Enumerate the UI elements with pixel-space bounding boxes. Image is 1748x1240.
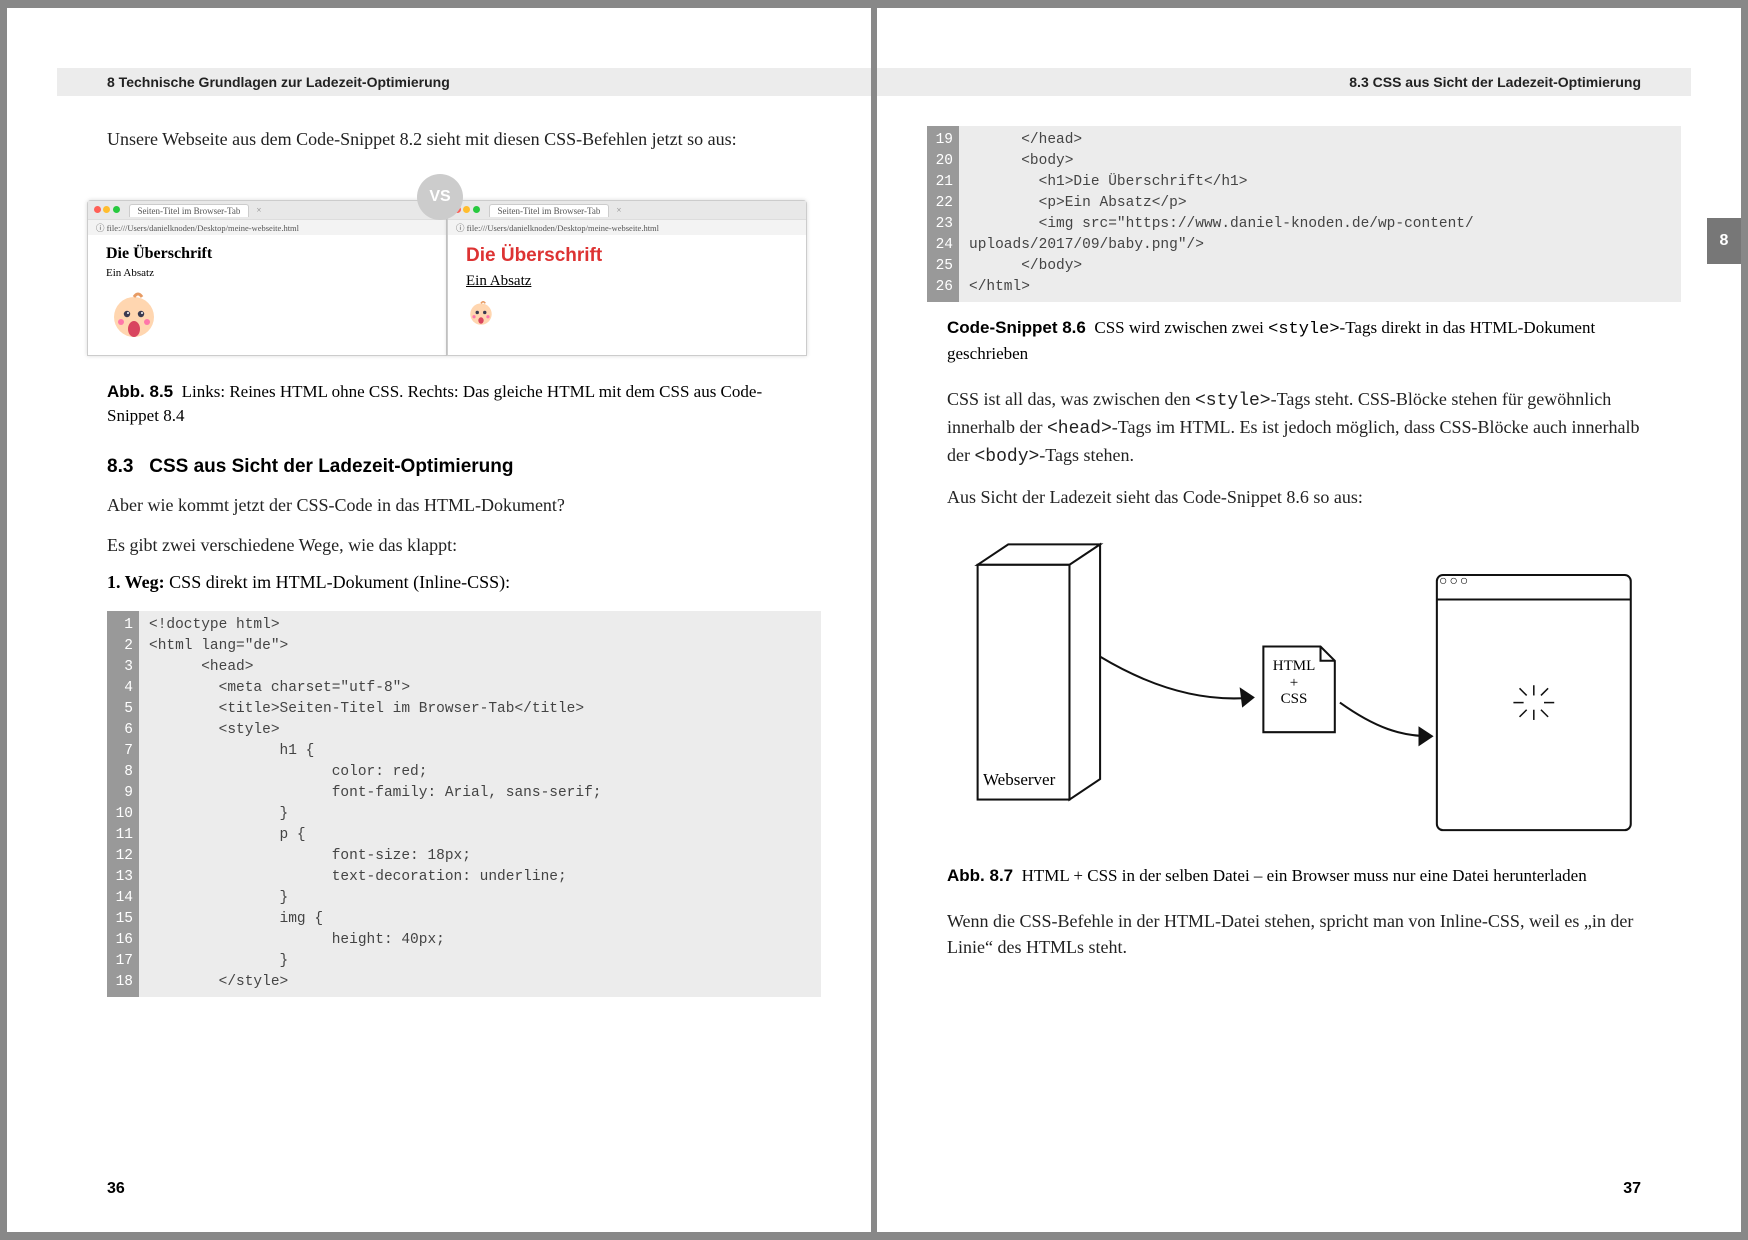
baby-icon	[466, 298, 788, 333]
page-spread: 8 Technische Grundlagen zur Ladezeit-Opt…	[7, 8, 1741, 1232]
figure-8-7: Webserver HTML + CSS ○○○	[947, 524, 1641, 854]
section-heading-8-3: 8.3 CSS aus Sicht der Ladezeit-Optimieru…	[107, 456, 781, 478]
code-snippet-left: 1 2 3 4 5 6 7 8 9 10 11 12 13 14 15 16 1…	[107, 611, 821, 997]
browser-tab-label: Seiten-Titel im Browser-Tab	[489, 204, 610, 217]
plain-heading: Die Überschrift	[106, 245, 428, 263]
code-gutter: 1 2 3 4 5 6 7 8 9 10 11 12 13 14 15 16 1…	[107, 611, 139, 997]
css-heading: Die Überschrift	[466, 245, 788, 267]
para-inline-css: Wenn die CSS-Befehle in der HTML-Datei s…	[947, 908, 1641, 960]
browser-tab-label: Seiten-Titel im Browser-Tab	[129, 204, 250, 217]
browser-plain: Seiten-Titel im Browser-Tab × ⓘ file:///…	[87, 200, 447, 356]
diagram-browser-dots: ○○○	[1439, 574, 1470, 590]
page-36: 8 Technische Grundlagen zur Ladezeit-Opt…	[7, 8, 871, 1232]
code-body: </head> <body> <h1>Die Überschrift</h1> …	[959, 126, 1681, 302]
plain-paragraph: Ein Absatz	[106, 267, 428, 279]
window-dots-icon	[94, 205, 120, 215]
code-gutter: 19 20 21 22 23 24 25 26	[927, 126, 959, 302]
browser-css: Seiten-Titel im Browser-Tab × ⓘ file:///…	[447, 200, 807, 356]
css-paragraph: Ein Absatz	[466, 273, 788, 290]
page-37: 8.3 CSS aus Sicht der Ladezeit-Optimieru…	[877, 8, 1741, 1232]
figure-8-7-caption: Abb. 8.7 HTML + CSS in der selben Datei …	[947, 864, 1641, 888]
page-number: 37	[1623, 1180, 1641, 1198]
page-number: 36	[107, 1180, 125, 1198]
running-head-right: 8.3 CSS aus Sicht der Ladezeit-Optimieru…	[877, 68, 1691, 96]
question-2: Es gibt zwei verschiedene Wege, wie das …	[107, 532, 781, 558]
diagram-label-server: Webserver	[983, 770, 1055, 790]
vs-badge: VS	[417, 174, 463, 220]
baby-icon	[106, 287, 428, 348]
address-bar: ⓘ file:///Users/danielknoden/Desktop/mei…	[448, 219, 806, 235]
running-head-left: 8 Technische Grundlagen zur Ladezeit-Opt…	[57, 68, 871, 96]
intro-paragraph: Unsere Webseite aus dem Code-Snippet 8.2…	[107, 126, 781, 152]
figure-8-5: VS Seiten-Titel im Browser-Tab × ⓘ file:…	[47, 170, 841, 370]
question-1: Aber wie kommt jetzt der CSS-Code in das…	[107, 492, 781, 518]
address-bar: ⓘ file:///Users/danielknoden/Desktop/mei…	[88, 219, 446, 235]
diagram-label-doc: HTML + CSS	[1269, 658, 1319, 708]
code-body: <!doctype html> <html lang="de"> <head> …	[139, 611, 821, 997]
para-ladezeit: Aus Sicht der Ladezeit sieht das Code-Sn…	[947, 484, 1641, 510]
para-css-blocks: CSS ist all das, was zwischen den <style…	[947, 386, 1641, 470]
code-snippet-8-6-caption: Code-Snippet 8.6 CSS wird zwischen zwei …	[947, 316, 1641, 366]
way-1: 1. Weg: CSS direkt im HTML-Dokument (Inl…	[107, 572, 781, 593]
code-snippet-right: 19 20 21 22 23 24 25 26 </head> <body> <…	[927, 126, 1681, 302]
thumb-tab: 8	[1707, 218, 1741, 264]
figure-8-5-caption: Abb. 8.5 Links: Reines HTML ohne CSS. Re…	[107, 380, 781, 428]
